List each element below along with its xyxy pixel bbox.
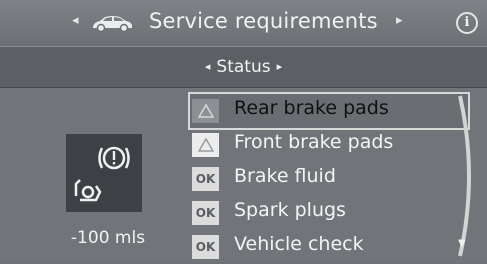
warning-triangle-icon bbox=[192, 99, 219, 123]
header-left-arrow-icon[interactable]: ◂ bbox=[72, 13, 79, 28]
status-label: Status bbox=[216, 57, 271, 77]
list-item-label: Spark plugs bbox=[234, 199, 346, 221]
status-right-arrow-icon[interactable]: ▸ bbox=[277, 60, 283, 73]
info-icon[interactable]: i bbox=[456, 12, 478, 34]
header-bar: ◂ Service requirements ▸ i bbox=[0, 0, 487, 46]
status-left-arrow-icon[interactable]: ◂ bbox=[205, 60, 211, 73]
brake-pad-warning-icon bbox=[66, 134, 142, 212]
list-item-brake-fluid[interactable]: OK Brake fluid bbox=[190, 162, 468, 196]
remaining-distance: -100 mls bbox=[70, 228, 146, 248]
ok-badge: OK bbox=[192, 235, 219, 259]
scroll-down-arrow-icon[interactable]: ▼ bbox=[458, 238, 466, 249]
service-list: Rear brake pads Front brake pads OK Brak… bbox=[188, 92, 470, 264]
list-item-label: Brake fluid bbox=[234, 165, 336, 187]
scroll-indicator[interactable] bbox=[456, 94, 480, 258]
status-tab[interactable]: ◂ Status ▸ bbox=[0, 57, 487, 77]
header-right-arrow-icon[interactable]: ▸ bbox=[396, 13, 403, 28]
status-tab-bar: ◂ Status ▸ bbox=[0, 46, 487, 88]
list-item-label: Rear brake pads bbox=[234, 97, 389, 119]
list-item-spark-plugs[interactable]: OK Spark plugs bbox=[190, 196, 468, 230]
list-item-vehicle-check[interactable]: OK Vehicle check bbox=[190, 230, 468, 264]
list-item-label: Vehicle check bbox=[234, 233, 364, 255]
page-title: Service requirements bbox=[149, 9, 378, 33]
list-item-front-brake-pads[interactable]: Front brake pads bbox=[190, 128, 468, 162]
warning-triangle-icon bbox=[192, 133, 219, 157]
list-item-rear-brake-pads[interactable]: Rear brake pads bbox=[188, 92, 470, 130]
ok-badge: OK bbox=[192, 201, 219, 225]
brake-status-panel: -100 mls bbox=[36, 134, 180, 252]
ok-badge: OK bbox=[192, 167, 219, 191]
list-item-label: Front brake pads bbox=[234, 131, 394, 153]
car-icon bbox=[93, 16, 132, 33]
idrive-screen: ◂ Service requirements ▸ i ◂ Status ▸ -1… bbox=[0, 0, 487, 262]
